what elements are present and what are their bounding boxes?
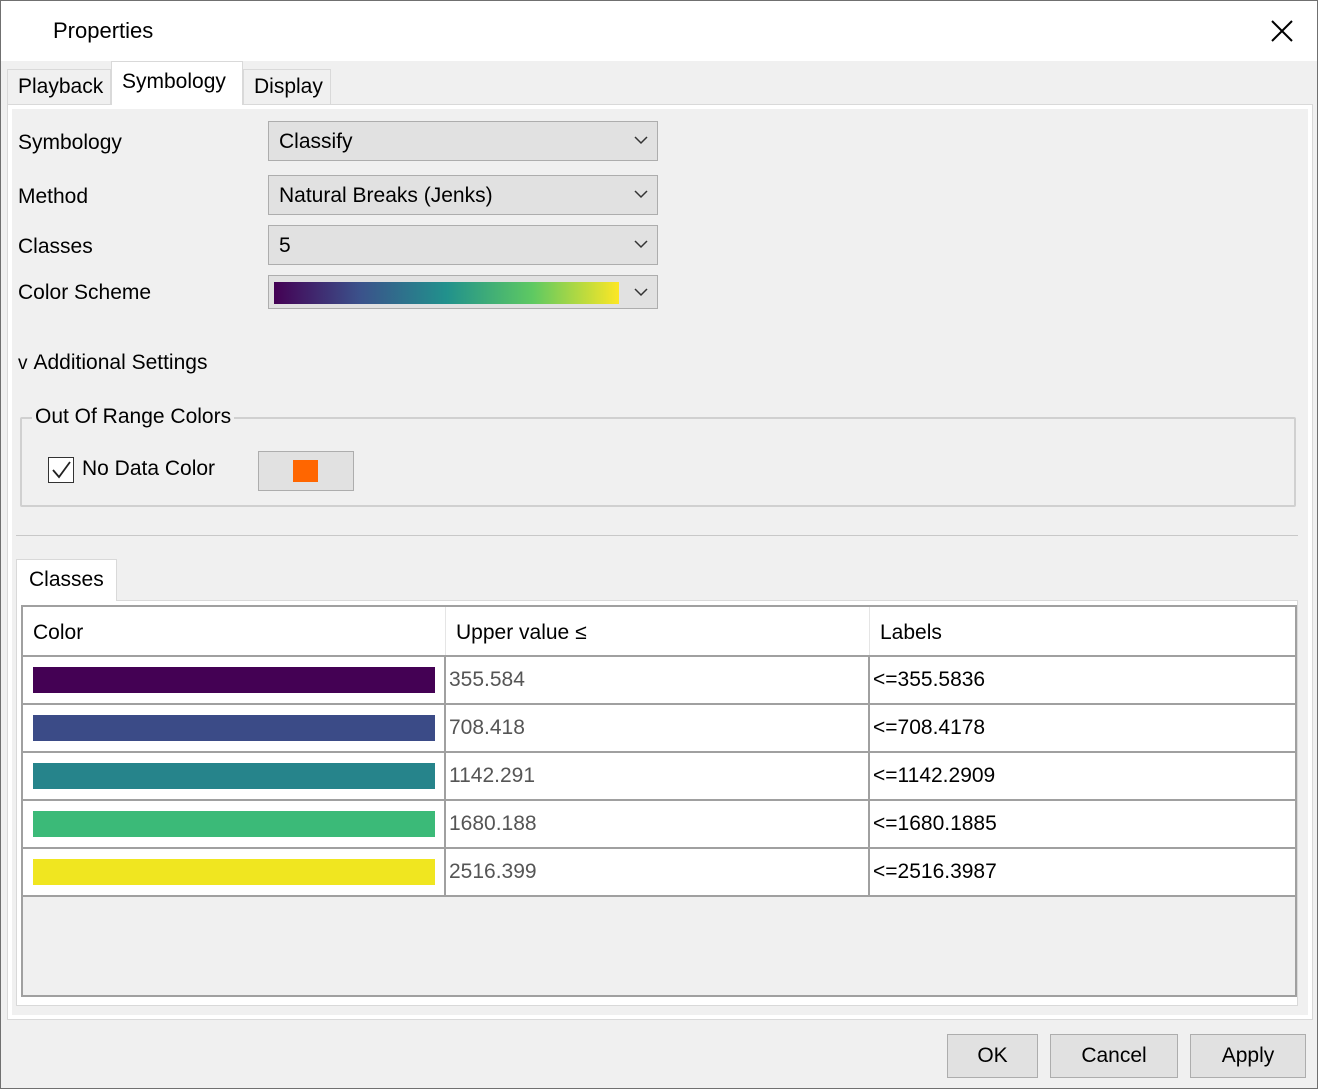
label-cell[interactable]: <=2516.3987 [870, 849, 1295, 895]
cancel-button[interactable]: Cancel [1050, 1034, 1178, 1078]
upper-value-cell[interactable]: 1680.188 [446, 801, 870, 847]
chevron-down-icon [634, 190, 648, 199]
table-row[interactable]: 1680.188 <=1680.1885 [23, 799, 1295, 847]
symbology-panel: Symbology Classify Method Natural Breaks… [12, 109, 1308, 1015]
method-dropdown[interactable]: Natural Breaks (Jenks) [268, 175, 658, 215]
table-row[interactable]: 708.418 <=708.4178 [23, 703, 1295, 751]
ok-button[interactable]: OK [947, 1034, 1038, 1078]
tab-display[interactable]: Display [243, 69, 331, 105]
color-ramp-preview [274, 282, 619, 304]
apply-button[interactable]: Apply [1190, 1034, 1306, 1078]
symbology-tab-content: Symbology Classify Method Natural Breaks… [7, 104, 1313, 1020]
upper-value-cell[interactable]: 355.584 [446, 657, 870, 703]
classes-table: Color Upper value ≤ Labels 355.584 <=355… [21, 605, 1297, 997]
chevron-down-icon [634, 240, 648, 249]
class-color-bar [33, 667, 435, 693]
close-button[interactable] [1247, 1, 1317, 61]
upper-value-cell[interactable]: 708.418 [446, 705, 870, 751]
properties-dialog: Properties Playback Symbology Display Sy… [0, 0, 1318, 1089]
color-cell[interactable] [23, 705, 446, 751]
label-cell[interactable]: <=1680.1885 [870, 801, 1295, 847]
no-data-color-button[interactable] [258, 451, 354, 491]
tab-playback[interactable]: Playback [7, 69, 111, 105]
out-of-range-group: Out Of Range Colors No Data Color [20, 405, 1296, 507]
no-data-color-swatch [293, 460, 318, 482]
method-value: Natural Breaks (Jenks) [279, 184, 493, 207]
class-color-bar [33, 811, 435, 837]
table-row[interactable]: 2516.399 <=2516.3987 [23, 847, 1295, 897]
chevron-down-icon [634, 288, 648, 297]
method-label: Method [18, 185, 89, 208]
class-color-bar [33, 859, 435, 885]
label-cell[interactable]: <=708.4178 [870, 705, 1295, 751]
table-row[interactable]: 1142.291 <=1142.2909 [23, 751, 1295, 799]
classes-value: 5 [279, 234, 291, 257]
upper-value-cell[interactable]: 1142.291 [446, 753, 870, 799]
chevron-down-icon [634, 136, 648, 145]
additional-settings-label: Additional Settings [33, 351, 208, 374]
classes-dropdown[interactable]: 5 [268, 225, 658, 265]
checkmark-icon [52, 461, 71, 479]
additional-settings-toggle[interactable]: v Additional Settings [18, 351, 207, 375]
column-header-upper-value[interactable]: Upper value ≤ [446, 607, 870, 657]
tab-strip: Playback Symbology Display [7, 61, 1317, 105]
color-cell[interactable] [23, 801, 446, 847]
window-title: Properties [53, 18, 154, 43]
symbology-value: Classify [279, 130, 353, 153]
upper-value-cell[interactable]: 2516.399 [446, 849, 870, 895]
separator [16, 535, 1298, 536]
table-row[interactable]: 355.584 <=355.5836 [23, 655, 1295, 703]
expand-chevron-icon: v [18, 353, 28, 374]
title-bar: Properties [1, 1, 1317, 61]
color-cell[interactable] [23, 657, 446, 703]
tab-symbology[interactable]: Symbology [111, 61, 243, 105]
class-color-bar [33, 763, 435, 789]
column-header-labels[interactable]: Labels [870, 607, 1295, 657]
out-of-range-title: Out Of Range Colors [32, 405, 235, 429]
no-data-checkbox[interactable] [48, 457, 74, 483]
classes-label: Classes [18, 235, 93, 258]
class-color-bar [33, 715, 435, 741]
close-icon [1271, 20, 1293, 42]
color-scheme-label: Color Scheme [18, 281, 152, 304]
label-cell[interactable]: <=1142.2909 [870, 753, 1295, 799]
symbology-label: Symbology [18, 131, 122, 154]
column-header-color[interactable]: Color [23, 607, 446, 657]
classes-tab-content: Color Upper value ≤ Labels 355.584 <=355… [16, 600, 1298, 1006]
color-scheme-dropdown[interactable] [268, 275, 658, 309]
label-cell[interactable]: <=355.5836 [870, 657, 1295, 703]
symbology-dropdown[interactable]: Classify [268, 121, 658, 161]
color-cell[interactable] [23, 849, 446, 895]
color-cell[interactable] [23, 753, 446, 799]
no-data-label: No Data Color [82, 457, 216, 480]
tab-classes[interactable]: Classes [16, 559, 117, 601]
table-header: Color Upper value ≤ Labels [23, 607, 1295, 657]
